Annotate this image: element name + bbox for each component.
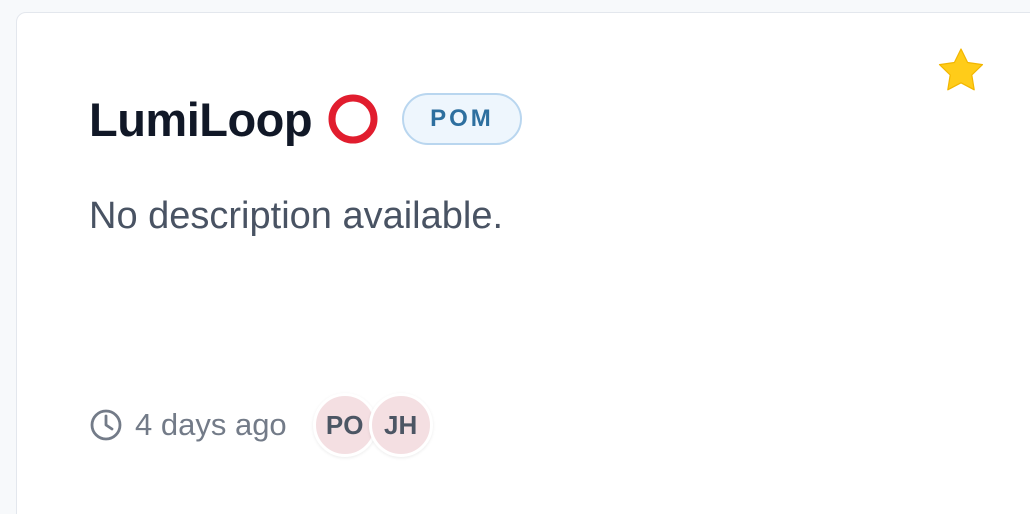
page: LumiLoop POM No description available. 4… — [0, 0, 1030, 514]
project-title[interactable]: LumiLoop — [89, 96, 313, 143]
member-avatars: PO JH — [312, 393, 433, 457]
project-tag: POM — [402, 93, 522, 145]
star-icon[interactable] — [937, 47, 985, 91]
avatar[interactable]: JH — [368, 393, 433, 457]
project-card[interactable]: LumiLoop POM No description available. 4… — [16, 12, 1030, 514]
card-footer: 4 days ago PO JH — [89, 393, 433, 457]
updated-time: 4 days ago — [135, 407, 287, 442]
avatar[interactable]: PO — [312, 393, 377, 457]
project-description: No description available. — [89, 195, 504, 237]
clock-icon — [90, 409, 122, 441]
red-ring-icon — [328, 94, 378, 144]
title-row: LumiLoop POM — [89, 89, 522, 149]
